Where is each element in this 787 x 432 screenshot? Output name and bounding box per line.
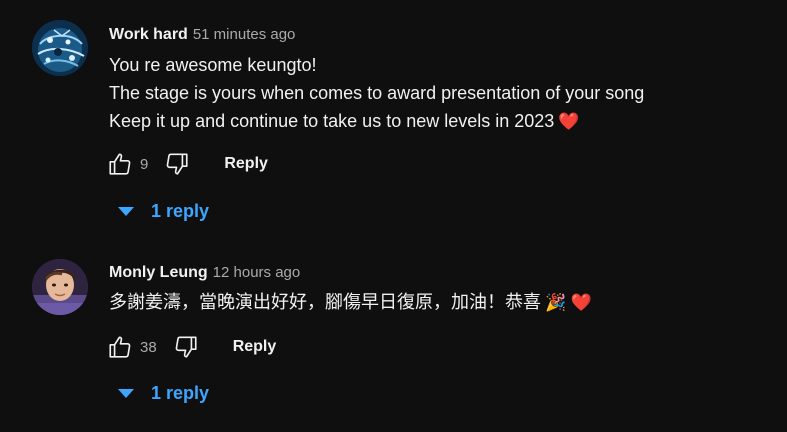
comment-header: Monly Leung 12 hours ago [109, 262, 777, 284]
comment-thread: Work hard 51 minutes ago You re awesome k… [0, 0, 787, 240]
comment-text-line: The stage is yours when comes to award p… [109, 83, 645, 103]
dislike-button[interactable] [162, 149, 192, 179]
author-name[interactable]: Work hard [109, 26, 188, 43]
comment-text: You re awesome keungto! The stage is you… [109, 51, 777, 136]
comment-header: Work hard 51 minutes ago [109, 24, 777, 46]
comment-body: Monly Leung 12 hours ago 多謝姜濤，當晚演出好好，腳傷早日… [109, 262, 777, 317]
patterned-globe-avatar-icon [32, 20, 88, 76]
comment-actions: 38 Reply [105, 332, 276, 362]
thumbs-down-icon [166, 153, 188, 175]
chevron-down-icon [118, 388, 134, 398]
comment-text-line: 多謝姜濤，當晚演出好好，腳傷早日復原，加油！恭喜 🎉 ❤️ [109, 288, 777, 317]
author-name[interactable]: Monly Leung [109, 264, 208, 281]
view-replies-button[interactable]: 1 reply [112, 196, 209, 226]
avatar[interactable] [32, 259, 88, 315]
reply-button[interactable]: Reply [224, 155, 268, 173]
comment-thread: Monly Leung 12 hours ago 多謝姜濤，當晚演出好好，腳傷早日… [0, 240, 787, 432]
reply-button[interactable]: Reply [233, 338, 277, 356]
thumbs-down-icon [175, 336, 197, 358]
like-button[interactable] [105, 332, 135, 362]
comment-time[interactable]: 51 minutes ago [193, 26, 296, 43]
like-count: 9 [140, 155, 149, 173]
chevron-down-icon [118, 206, 134, 216]
party-heart-emoji: 🎉 ❤️ [545, 293, 593, 312]
replies-count-label: 1 reply [151, 382, 210, 403]
dislike-button[interactable] [171, 332, 201, 362]
like-button[interactable] [105, 149, 135, 179]
avatar[interactable] [32, 20, 88, 76]
like-count: 38 [140, 338, 157, 356]
heart-emoji: ❤️ [558, 112, 580, 131]
comment-text-segment: Keep it up and continue to take us to ne… [109, 111, 555, 131]
thumbs-up-icon [109, 336, 131, 358]
person-photo-avatar-icon [32, 259, 88, 315]
comment-text-line: You re awesome keungto! [109, 55, 317, 75]
replies-count-label: 1 reply [151, 200, 210, 221]
comment-text-line: Keep it up and continue to take us to ne… [109, 107, 777, 136]
comment-text: 多謝姜濤，當晚演出好好，腳傷早日復原，加油！恭喜 🎉 ❤️ [109, 288, 777, 317]
comment-body: Work hard 51 minutes ago You re awesome k… [109, 24, 777, 136]
view-replies-button[interactable]: 1 reply [112, 378, 209, 408]
comment-text-segment: 多謝姜濤，當晚演出好好，腳傷早日復原，加油！恭喜 [109, 292, 541, 312]
comment-actions: 9 Reply [105, 149, 268, 179]
comment-time[interactable]: 12 hours ago [213, 264, 301, 281]
thumbs-up-icon [109, 153, 131, 175]
